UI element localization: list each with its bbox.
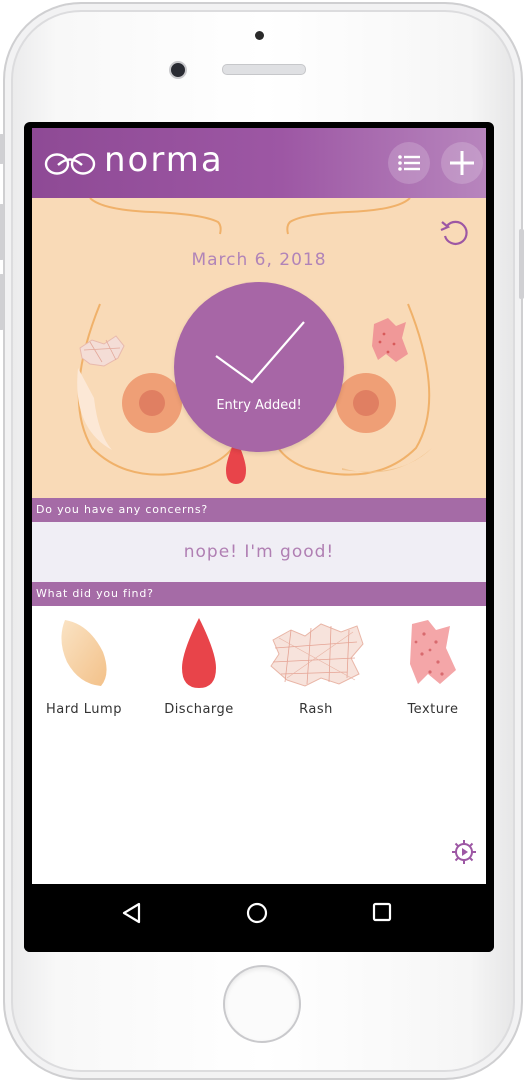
back-icon[interactable] [121, 902, 141, 924]
finding-label: Texture [407, 702, 459, 717]
concerns-header: Do you have any concerns? [32, 498, 486, 522]
volume-up-button [0, 204, 4, 260]
finding-rash[interactable]: Rash [261, 618, 371, 717]
hard-lump-icon [61, 620, 107, 686]
app-bar: norma [32, 128, 486, 198]
list-button[interactable] [388, 142, 430, 184]
plus-icon [450, 151, 474, 175]
power-button [519, 229, 524, 299]
rash-icon [270, 623, 364, 687]
recents-icon[interactable] [372, 902, 392, 922]
texture-icon [410, 620, 456, 684]
volume-down-button [0, 274, 4, 330]
checkmark-icon [215, 321, 305, 384]
entry-date: March 6, 2018 [191, 250, 327, 270]
mute-switch [0, 134, 4, 164]
body-map: March 6, 2018 Entry Added! [32, 198, 486, 498]
finding-hard-lump[interactable]: Hard Lump [32, 618, 139, 717]
finding-label: Discharge [164, 702, 234, 717]
screen: norma March 6, 2018 Entry Added! Do you … [24, 122, 494, 952]
entry-added-toast: Entry Added! [174, 282, 344, 452]
sensor-dot [255, 31, 264, 40]
concerns-answer-button[interactable]: nope! I'm good! [32, 522, 486, 582]
finding-texture[interactable]: Texture [378, 618, 486, 717]
finding-label: Hard Lump [46, 702, 122, 717]
discharge-icon [182, 618, 216, 688]
add-entry-button[interactable] [441, 142, 483, 184]
undo-icon[interactable] [438, 216, 470, 248]
home-button[interactable] [223, 965, 301, 1043]
app-title: norma [104, 140, 224, 180]
list-icon [398, 155, 420, 171]
findings-header: What did you find? [32, 582, 486, 606]
home-nav-icon[interactable] [246, 902, 268, 924]
toast-message: Entry Added! [216, 398, 302, 413]
earpiece-speaker [222, 64, 306, 75]
app-view: norma March 6, 2018 Entry Added! Do you … [32, 128, 486, 884]
finding-discharge[interactable]: Discharge [144, 618, 254, 717]
finding-label: Rash [299, 702, 333, 717]
settings-gear-icon[interactable] [450, 838, 478, 866]
logo-icon [44, 153, 96, 175]
system-nav-bar [24, 884, 494, 952]
front-camera [169, 61, 187, 79]
